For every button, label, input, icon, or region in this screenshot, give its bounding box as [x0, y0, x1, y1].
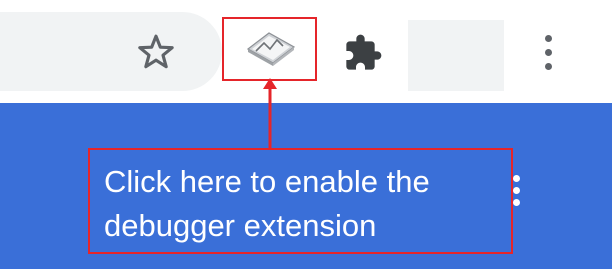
menu-dot	[544, 34, 552, 42]
profile-button[interactable]	[408, 20, 504, 91]
browser-toolbar	[0, 0, 612, 103]
callout-text: Click here to enable the debugger extens…	[104, 164, 430, 243]
extensions-menu-button[interactable]	[338, 30, 388, 76]
puzzle-piece-icon	[346, 34, 382, 70]
menu-dot	[544, 48, 552, 56]
callout-box: Click here to enable the debugger extens…	[88, 148, 513, 254]
callout-arrow	[263, 78, 277, 149]
star-outline-icon	[138, 34, 174, 69]
three-dots-vertical-icon[interactable]	[532, 28, 564, 76]
debugger-extension-button[interactable]	[243, 25, 299, 71]
debugger-extension-icon	[246, 32, 296, 66]
address-bar[interactable]	[0, 12, 222, 91]
menu-dot	[544, 62, 552, 70]
bookmark-star-button[interactable]	[134, 30, 178, 74]
